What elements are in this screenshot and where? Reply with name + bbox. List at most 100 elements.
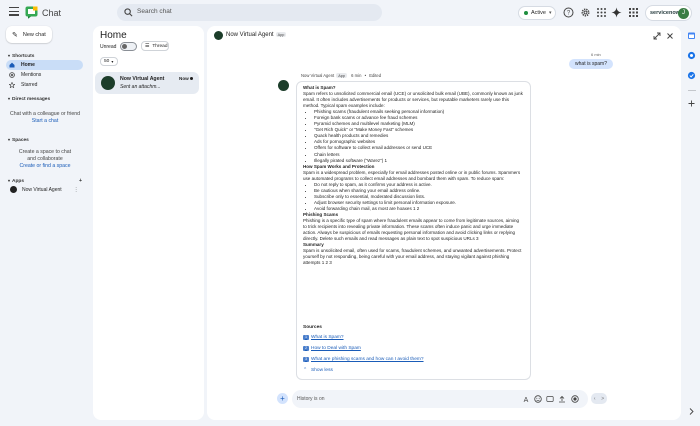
answer-paragraph: Spam is a widespread problem, especially… [303,169,521,181]
bot-avatar-icon [278,80,289,91]
emoji-icon[interactable] [534,395,542,403]
unread-toggle[interactable] [120,42,137,51]
apps-header[interactable]: ▾ Apps + [8,178,82,184]
gif-icon[interactable] [546,395,554,403]
side-panel-rail [684,26,700,426]
source-number: 2 [303,346,309,351]
google-apps-icon[interactable] [628,7,639,18]
star-icon [9,82,15,88]
answer-paragraph: Spam refers to unsolicited commercial em… [303,91,523,109]
bot-message-card: What is Spam? Spam refers to unsolicited… [296,81,531,352]
conversation-panel: Now Virtual Agent App 6 min what is spam?… [207,26,681,420]
sidebar-item-home[interactable]: Home [6,60,83,70]
page-size-value: 50 [104,59,110,64]
message-input[interactable]: History is on A [292,390,588,408]
bot-message-meta: Now Virtual Agent App 6 min • Edited [301,73,382,79]
chevron-down-icon: ▾ [111,59,114,64]
gemini-sparkle-icon[interactable] [611,7,622,18]
send-button[interactable]: ‹ > [591,393,607,404]
sidebar-app-now-virtual-agent[interactable]: Now Virtual Agent ⋮ [10,186,79,193]
spaces-hint: Create a space to chat and collaborate [18,149,72,162]
app-badge: App [336,73,347,79]
chevron-down-icon: ▾ [548,10,552,16]
record-video-icon[interactable] [571,395,579,403]
sidebar-item-mentions[interactable]: Mentions [6,70,83,80]
chevron-left-icon: ‹ [593,395,596,402]
page-size-select[interactable]: 50 ▾ [100,57,118,66]
edited-label: Edited [369,73,382,78]
conversation-title: Now Virtual Agent App [226,32,287,38]
list-item[interactable]: Now Virtual Agent Now Sent an attachm... [95,72,199,94]
bot-message-time: 6 min [351,73,362,78]
source-link[interactable]: 1 What is Spam? [303,335,524,340]
thread-filter-button[interactable]: ☰ Thread [141,41,169,51]
user-message-time: 6 min [591,52,601,57]
chat-name: Now Virtual Agent [120,76,165,82]
main-menu-icon[interactable] [9,7,19,17]
unread-label: Unread [100,44,117,50]
status-dropdown[interactable]: Active ▾ [518,6,556,20]
search-icon [124,8,133,17]
search-placeholder: Search chat [137,8,172,15]
show-less-label: Show less [311,368,333,373]
direct-messages-header[interactable]: ▾ Direct messages [8,96,50,102]
account-switcher[interactable]: servicenow J [645,5,692,21]
shortcuts-header[interactable]: ▾ Shortcuts [8,53,34,59]
bot-name: Now Virtual Agent [301,73,335,78]
new-chat-icon: ✎ [12,31,18,39]
caret-down-icon: ▾ [8,178,11,183]
upload-icon[interactable] [558,395,566,403]
dm-hint: Chat with a colleague or friend [9,111,81,117]
bot-avatar-icon [101,76,115,90]
calendar-icon[interactable] [687,31,696,40]
source-label: How to Deal with Spam [311,346,361,351]
user-message: what is spam? [569,59,613,69]
start-chat-link[interactable]: Start a chat [4,118,86,125]
avatar[interactable]: J [678,8,689,19]
app-badge: App [275,32,287,38]
source-number: 1 [303,335,309,340]
unread-dot [190,77,193,80]
search-bar[interactable]: Search chat [117,4,382,21]
help-icon[interactable]: ? [563,7,574,18]
rail-divider [688,90,696,91]
show-less-button[interactable]: ⌃ Show less [303,368,524,373]
home-panel: Home Unread ☰ Thread 50 ▾ Now Virtual Ag… [93,26,204,420]
source-link[interactable]: 2 How to Deal with Spam [303,346,524,351]
add-app-icon[interactable]: + [79,178,82,184]
add-addon-icon[interactable] [687,99,696,108]
keep-icon[interactable] [687,51,696,60]
add-attachment-button[interactable]: + [277,393,288,404]
sources-section: Sources 1 What is Spam? 2 How to Deal with… [296,322,531,380]
settings-gear-icon[interactable] [580,7,591,18]
source-link[interactable]: 3 What are phishing scams and how can I a… [303,357,524,362]
chevron-up-icon: ⌃ [303,368,308,373]
create-space-link[interactable]: Create or find a space [4,163,86,170]
caret-down-icon: ▾ [8,96,11,101]
tasks-icon[interactable] [687,71,696,80]
app-avatar-icon [10,186,17,193]
format-text-icon[interactable]: A [522,395,530,403]
more-options-icon[interactable]: ⋮ [74,187,79,193]
close-icon[interactable] [666,32,674,40]
page-title: Home [100,30,127,41]
sidebar-item-starred[interactable]: Starred [6,80,83,90]
sidebar-item-label: Starred [21,82,38,88]
new-chat-button[interactable]: ✎ New chat [6,26,52,43]
chat-time: Now [179,76,189,81]
status-dot [524,11,528,15]
new-chat-label: New chat [22,31,46,38]
chevron-right-icon[interactable] [687,407,696,416]
apps-grid-icon[interactable] [596,7,607,18]
brand-logo: servicenow [650,10,680,16]
source-label: What are phishing scams and how can I av… [311,357,424,362]
chat-preview: Sent an attachm... [120,84,161,90]
svg-text:A: A [524,397,529,403]
status-label: Active [531,10,546,16]
answer-paragraph: Spam is unsolicited email, often used fo… [303,248,522,266]
app-title: Chat [42,8,62,18]
expand-icon[interactable] [653,32,661,40]
dot-separator: • [364,73,367,78]
spaces-header[interactable]: ▾ Spaces [8,137,29,143]
sidebar-item-label: Mentions [21,72,42,78]
